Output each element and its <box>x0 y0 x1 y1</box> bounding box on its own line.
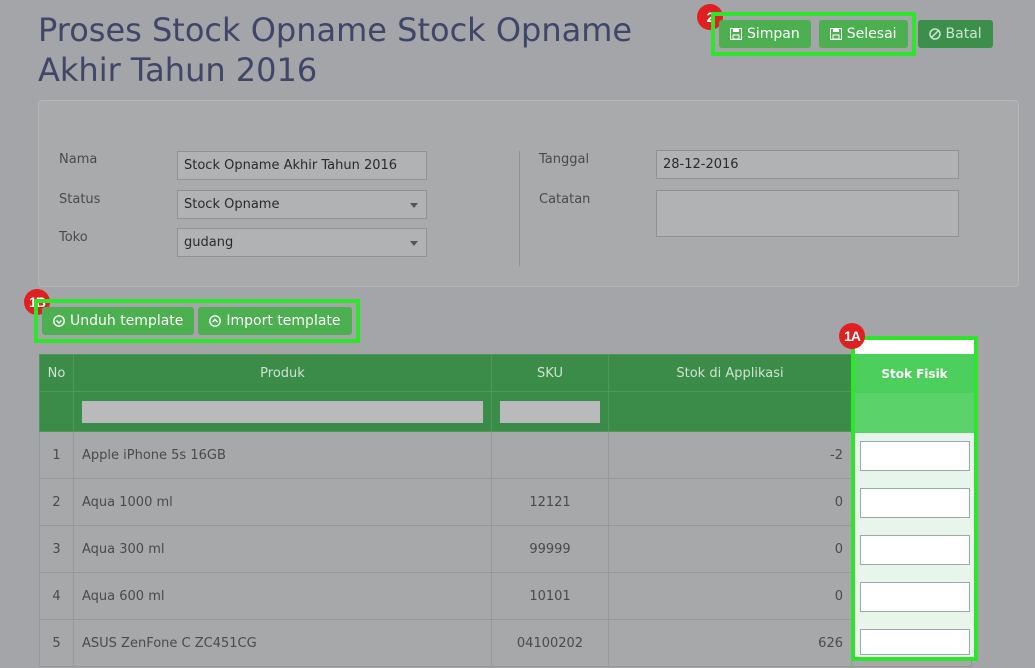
row-no: 4 <box>39 572 74 620</box>
row-stok-app: 626 <box>608 619 852 667</box>
selesai-button[interactable]: Selesai <box>818 20 908 48</box>
download-icon <box>53 315 65 327</box>
stok-fisik-input[interactable] <box>860 488 970 518</box>
row-sku: 12121 <box>491 478 609 526</box>
row-produk: Apple iPhone 5s 16GB <box>73 431 492 479</box>
row-sku: 99999 <box>491 525 609 573</box>
row-stok-app: -2 <box>608 431 852 479</box>
batal-label: Batal <box>945 26 982 42</box>
nama-label: Nama <box>59 152 98 167</box>
row-stok-app: 0 <box>608 478 852 526</box>
upload-icon <box>209 315 222 327</box>
batal-button[interactable]: Batal <box>917 20 993 48</box>
stok-fisik-cell <box>855 621 974 657</box>
selesai-label: Selesai <box>846 26 897 42</box>
filter-sku-input[interactable] <box>500 400 600 423</box>
highlight-box-template: Unduh template Import template <box>34 299 360 343</box>
highlight-box-actions: Simpan Selesai <box>711 12 916 56</box>
row-produk: Aqua 600 ml <box>73 572 492 620</box>
table-row: 3 Aqua 300 ml 99999 0 <box>39 525 972 573</box>
cancel-icon <box>928 28 941 40</box>
save-icon <box>829 28 842 40</box>
nama-input[interactable]: Stock Opname Akhir Tahun 2016 <box>177 151 427 180</box>
stok-fisik-cell <box>855 480 974 527</box>
stok-fisik-cell <box>855 433 974 480</box>
stok-fisik-input[interactable] <box>860 441 970 471</box>
simpan-label: Simpan <box>747 26 800 42</box>
filter-produk-cell <box>73 391 492 432</box>
page-title: Proses Stock Opname Stock Opname Akhir T… <box>38 11 633 89</box>
tanggal-input[interactable]: 28-12-2016 <box>656 150 959 179</box>
toko-select[interactable]: gudang <box>177 228 427 257</box>
status-select[interactable]: Stock Opname <box>177 190 427 219</box>
filter-produk-input[interactable] <box>82 400 483 423</box>
stok-fisik-header-label[interactable]: Stok Fisik <box>855 354 974 393</box>
header-stok-app[interactable]: Stok di Applikasi <box>608 354 852 392</box>
table-row: 2 Aqua 1000 ml 12121 0 <box>39 478 972 526</box>
stok-fisik-header: Stok Fisik <box>855 340 974 393</box>
row-no: 2 <box>39 478 74 526</box>
annotation-badge-1a: 1A <box>839 323 865 349</box>
catatan-label: Catatan <box>539 192 591 207</box>
header-no[interactable]: No <box>39 354 74 392</box>
status-label: Status <box>59 192 101 207</box>
simpan-button[interactable]: Simpan <box>719 20 811 48</box>
tanggal-label: Tanggal <box>539 152 590 167</box>
table-row: 4 Aqua 600 ml 10101 0 <box>39 572 972 620</box>
import-template-button[interactable]: Import template <box>198 307 352 335</box>
stok-fisik-filter <box>855 393 974 433</box>
filter-sku-cell <box>491 391 609 432</box>
row-produk: Aqua 300 ml <box>73 525 492 573</box>
import-template-label: Import template <box>226 313 341 329</box>
toko-value: gudang <box>184 235 234 250</box>
save-icon <box>730 28 742 40</box>
row-produk: ASUS ZenFone C ZC451CG <box>73 619 492 667</box>
status-value: Stock Opname <box>184 197 280 212</box>
stok-fisik-cell <box>855 574 974 621</box>
form-divider <box>519 151 520 266</box>
unduh-template-button[interactable]: Unduh template <box>42 307 195 335</box>
header-produk[interactable]: Produk <box>73 354 492 392</box>
header-sku[interactable]: SKU <box>491 354 609 392</box>
stok-fisik-input[interactable] <box>860 535 970 565</box>
row-sku: 04100202 <box>491 619 609 667</box>
row-sku: 10101 <box>491 572 609 620</box>
stock-table: No Produk SKU Stok di Applikasi 1 Apple … <box>39 354 972 667</box>
stok-fisik-input[interactable] <box>860 582 970 612</box>
stok-fisik-input[interactable] <box>860 629 970 655</box>
toko-label: Toko <box>59 230 88 245</box>
table-row: 1 Apple iPhone 5s 16GB -2 <box>39 431 972 479</box>
row-stok-app: 0 <box>608 525 852 573</box>
row-produk: Aqua 1000 ml <box>73 478 492 526</box>
filter-no-cell <box>39 391 74 432</box>
row-sku <box>491 431 609 479</box>
catatan-textarea[interactable] <box>656 190 959 237</box>
stok-fisik-cell <box>855 527 974 574</box>
row-no: 5 <box>39 619 74 667</box>
table-row: 5 ASUS ZenFone C ZC451CG 04100202 626 <box>39 619 972 667</box>
row-no: 3 <box>39 525 74 573</box>
form-panel: Nama Stock Opname Akhir Tahun 2016 Statu… <box>38 100 1019 287</box>
top-actions: Simpan Selesai Batal <box>711 12 993 56</box>
row-stok-app: 0 <box>608 572 852 620</box>
filter-stok-app-cell <box>608 391 852 432</box>
unduh-template-label: Unduh template <box>70 313 184 329</box>
row-no: 1 <box>39 431 74 479</box>
